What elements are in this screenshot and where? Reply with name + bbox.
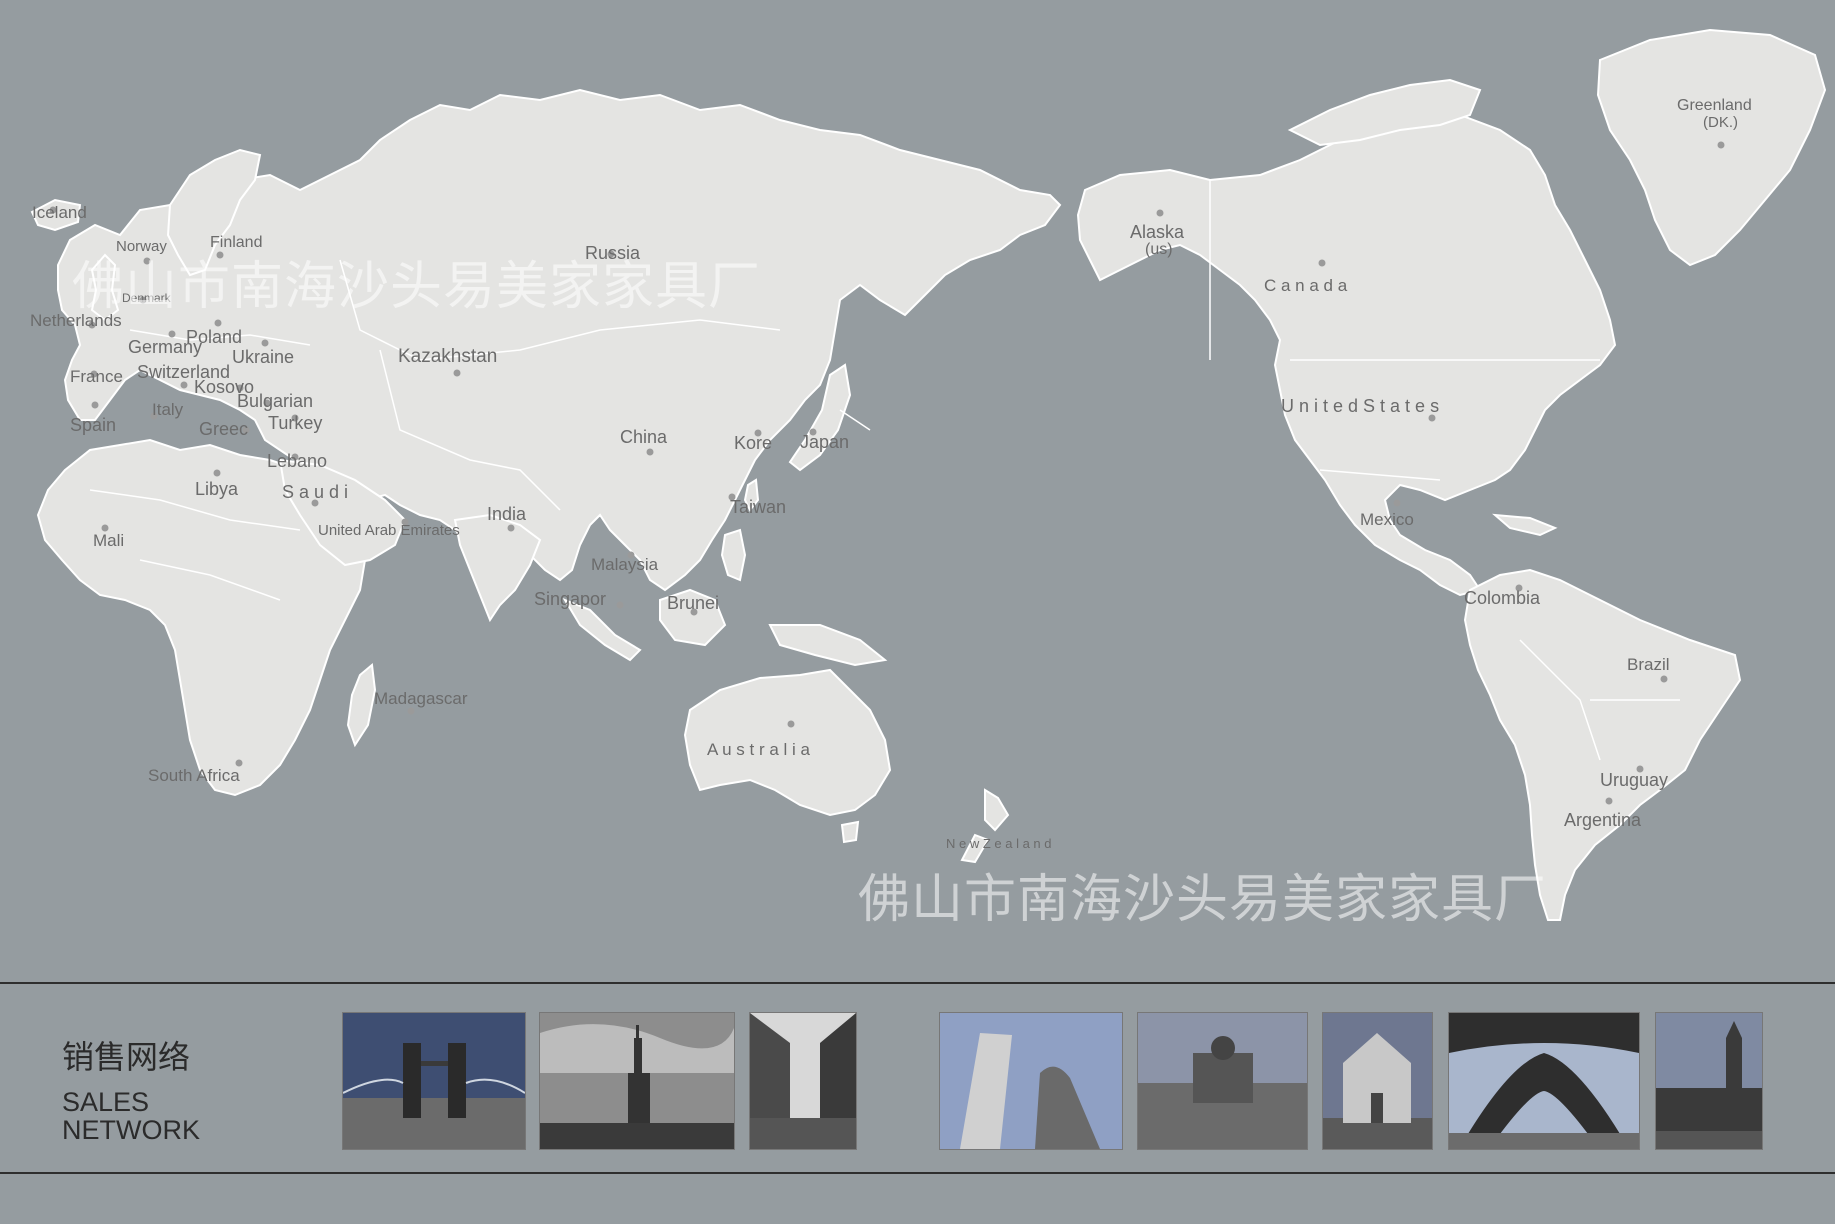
label-turkey: Turkey [268,413,322,433]
caribbean-landmass [1492,513,1558,537]
label-uruguay: Uruguay [1600,770,1668,790]
label-saudi: S a u d i [282,482,348,502]
label-ukraine: Ukraine [232,347,294,367]
label-italy: Italy [152,400,184,419]
heading-english-line2: NETWORK [62,1115,200,1145]
classical-building-photo [1137,1012,1308,1150]
label-united-states: U n i t e d S t a t e s [1281,396,1439,416]
watermark-top: 佛山市南海沙头易美家家具厂 [72,257,761,317]
label-canada: C a n a d a [1264,276,1348,295]
label-mali: Mali [93,531,124,550]
eiffel-tower-photo [1448,1012,1640,1150]
label-brunei: Brunei [667,593,719,613]
tower-bridge-photo [342,1012,526,1150]
philippines-landmass [720,528,747,582]
label-france: France [70,367,123,386]
label-uae: United Arab Emirates [318,522,460,539]
footer-top-rule [0,982,1835,984]
heading-chinese: 销售网络 [62,1038,191,1076]
label-iceland: Iceland [32,203,87,222]
statue-of-liberty-photo [539,1012,735,1150]
label-japan: Japan [800,432,849,452]
big-ben-photo [1655,1012,1763,1150]
santa-croce-photo [1322,1012,1433,1150]
label-greenland: Greenland [1677,97,1752,114]
new-guinea-landmass [768,624,888,667]
regent-street-photo [749,1012,857,1150]
label-south-africa: South Africa [148,766,240,785]
leaning-tower-pisa-photo [939,1012,1123,1150]
label-china: China [620,427,668,447]
label-bulgarian: Bulgarian [237,391,313,411]
label-colombia: Colombia [1464,588,1541,608]
label-germany: Germany [128,337,202,357]
sales-network-heading: 销售网络 SALES NETWORK [62,1032,200,1144]
label-alaska-us: (us) [1145,241,1173,258]
tasmania-landmass [840,820,860,844]
label-spain: Spain [70,415,116,435]
label-greenland-dk: (DK.) [1703,114,1738,131]
label-australia: A u s t r a l i a [707,740,811,759]
label-taiwan: Taiwan [730,497,786,517]
label-finland: Finland [210,234,262,251]
label-madagascar: Madagascar [374,689,468,708]
label-brazil: Brazil [1627,655,1670,674]
label-korea: Kore [734,433,772,453]
label-kazakhstan: Kazakhstan [398,346,497,367]
sales-network-poster: Iceland Norway Finland Russia Denmark Ne… [0,0,1835,1224]
label-singapore: Singapor [534,589,606,609]
greenland-landmass [1596,28,1827,267]
label-libya: Libya [195,479,239,499]
footer-bottom-rule [0,1172,1835,1174]
label-alaska: Alaska [1130,222,1185,242]
label-new-zealand: N e w Z e a l a n d [946,836,1052,851]
sumatra-landmass [562,597,642,662]
label-mexico: Mexico [1360,510,1414,529]
new-zealand-landmass [960,788,1010,864]
label-argentina: Argentina [1564,810,1642,830]
label-greece: Greec [199,419,248,439]
label-malaysia: Malaysia [591,555,659,574]
india-landmass [453,513,542,623]
madagascar-landmass [346,663,377,748]
heading-english-line1: SALES [62,1087,150,1117]
label-lebano: Lebano [267,451,327,471]
label-norway: Norway [116,238,167,255]
label-india: India [487,504,527,524]
world-map: Iceland Norway Finland Russia Denmark Ne… [30,28,1827,930]
watermark-bottom: 佛山市南海沙头易美家家具厂 [858,870,1547,930]
south-america-landmass [1463,568,1742,921]
